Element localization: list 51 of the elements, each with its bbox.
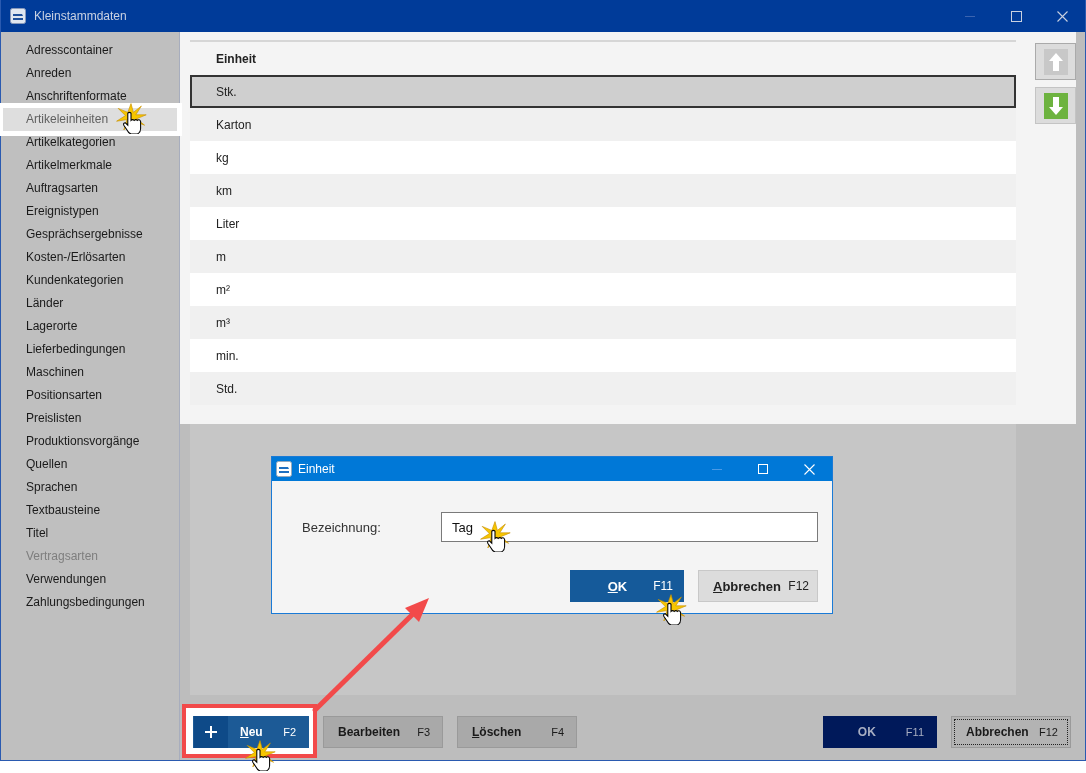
window-title: Kleinstammdaten xyxy=(34,9,127,23)
sidebar-item[interactable]: Sprachen xyxy=(1,476,179,499)
sidebar-item[interactable]: Verwendungen xyxy=(1,568,179,591)
name-input-field[interactable]: Tag xyxy=(441,512,818,542)
table-row[interactable]: Liter xyxy=(190,207,1016,240)
sidebar-item[interactable]: Adresscontainer xyxy=(1,39,179,62)
sidebar-item[interactable]: Kosten-/Erlösarten xyxy=(1,246,179,269)
table-row[interactable]: Stk. xyxy=(190,75,1016,108)
cancel-button[interactable]: Abbrechen F12 xyxy=(698,570,818,602)
sidebar-item[interactable]: Lieferbedingungen xyxy=(1,338,179,361)
sidebar-item[interactable]: Positionsarten xyxy=(1,384,179,407)
app-icon xyxy=(276,461,292,477)
sidebar-item[interactable]: Lagerorte xyxy=(1,315,179,338)
table-row[interactable]: km xyxy=(190,174,1016,207)
table-row[interactable]: kg xyxy=(190,141,1016,174)
sidebar-item[interactable]: Artikelmerkmale xyxy=(1,154,179,177)
sidebar-item[interactable]: Quellen xyxy=(1,453,179,476)
ok-button[interactable]: OK F11 xyxy=(823,716,937,748)
field-label: Bezeichnung: xyxy=(302,519,382,535)
maximize-icon[interactable] xyxy=(1010,10,1022,22)
table-row[interactable]: Karton xyxy=(190,108,1016,141)
sidebar-item[interactable]: Titel xyxy=(1,522,179,545)
table-row[interactable]: Std. xyxy=(190,372,1016,405)
sidebar-item[interactable]: Preislisten xyxy=(1,407,179,430)
sidebar-item[interactable]: Produktionsvorgänge xyxy=(1,430,179,453)
sidebar-item[interactable]: Ereignistypen xyxy=(1,200,179,223)
column-header: Einheit xyxy=(215,51,256,66)
sidebar-item[interactable]: Kundenkategorien xyxy=(1,269,179,292)
sidebar-item[interactable]: Maschinen xyxy=(1,361,179,384)
sidebar-item[interactable]: Zahlungsbedingungen xyxy=(1,591,179,614)
app-icon xyxy=(10,8,26,24)
arrow-up-icon xyxy=(1043,48,1068,75)
plus-icon xyxy=(194,716,228,748)
sidebar-item[interactable]: Anreden xyxy=(1,62,179,85)
sidebar-item[interactable]: Artikelkategorien xyxy=(1,131,179,154)
arrow-down-icon xyxy=(1043,92,1068,119)
sidebar-item[interactable]: Anschriftenformate xyxy=(1,85,179,108)
sidebar-item[interactable]: Auftragsarten xyxy=(1,177,179,200)
table-row[interactable]: min. xyxy=(190,339,1016,372)
sidebar-item[interactable]: Textbausteine xyxy=(1,499,179,522)
toolbar-button[interactable]: Löschen F4 xyxy=(457,716,577,748)
toolbar-button[interactable]: Bearbeiten F3 xyxy=(323,716,443,748)
dialog-title: Einheit xyxy=(298,462,335,476)
close-icon[interactable] xyxy=(1056,10,1068,22)
table-row[interactable]: m² xyxy=(190,273,1016,306)
table-row[interactable]: m³ xyxy=(190,306,1016,339)
cancel-button[interactable]: Abbrechen F12 xyxy=(951,716,1071,748)
sidebar-item[interactable]: Länder xyxy=(1,292,179,315)
sidebar-item[interactable]: Gesprächsergebnisse xyxy=(1,223,179,246)
table-row[interactable]: m xyxy=(190,240,1016,273)
move-down-button[interactable] xyxy=(1035,87,1076,124)
